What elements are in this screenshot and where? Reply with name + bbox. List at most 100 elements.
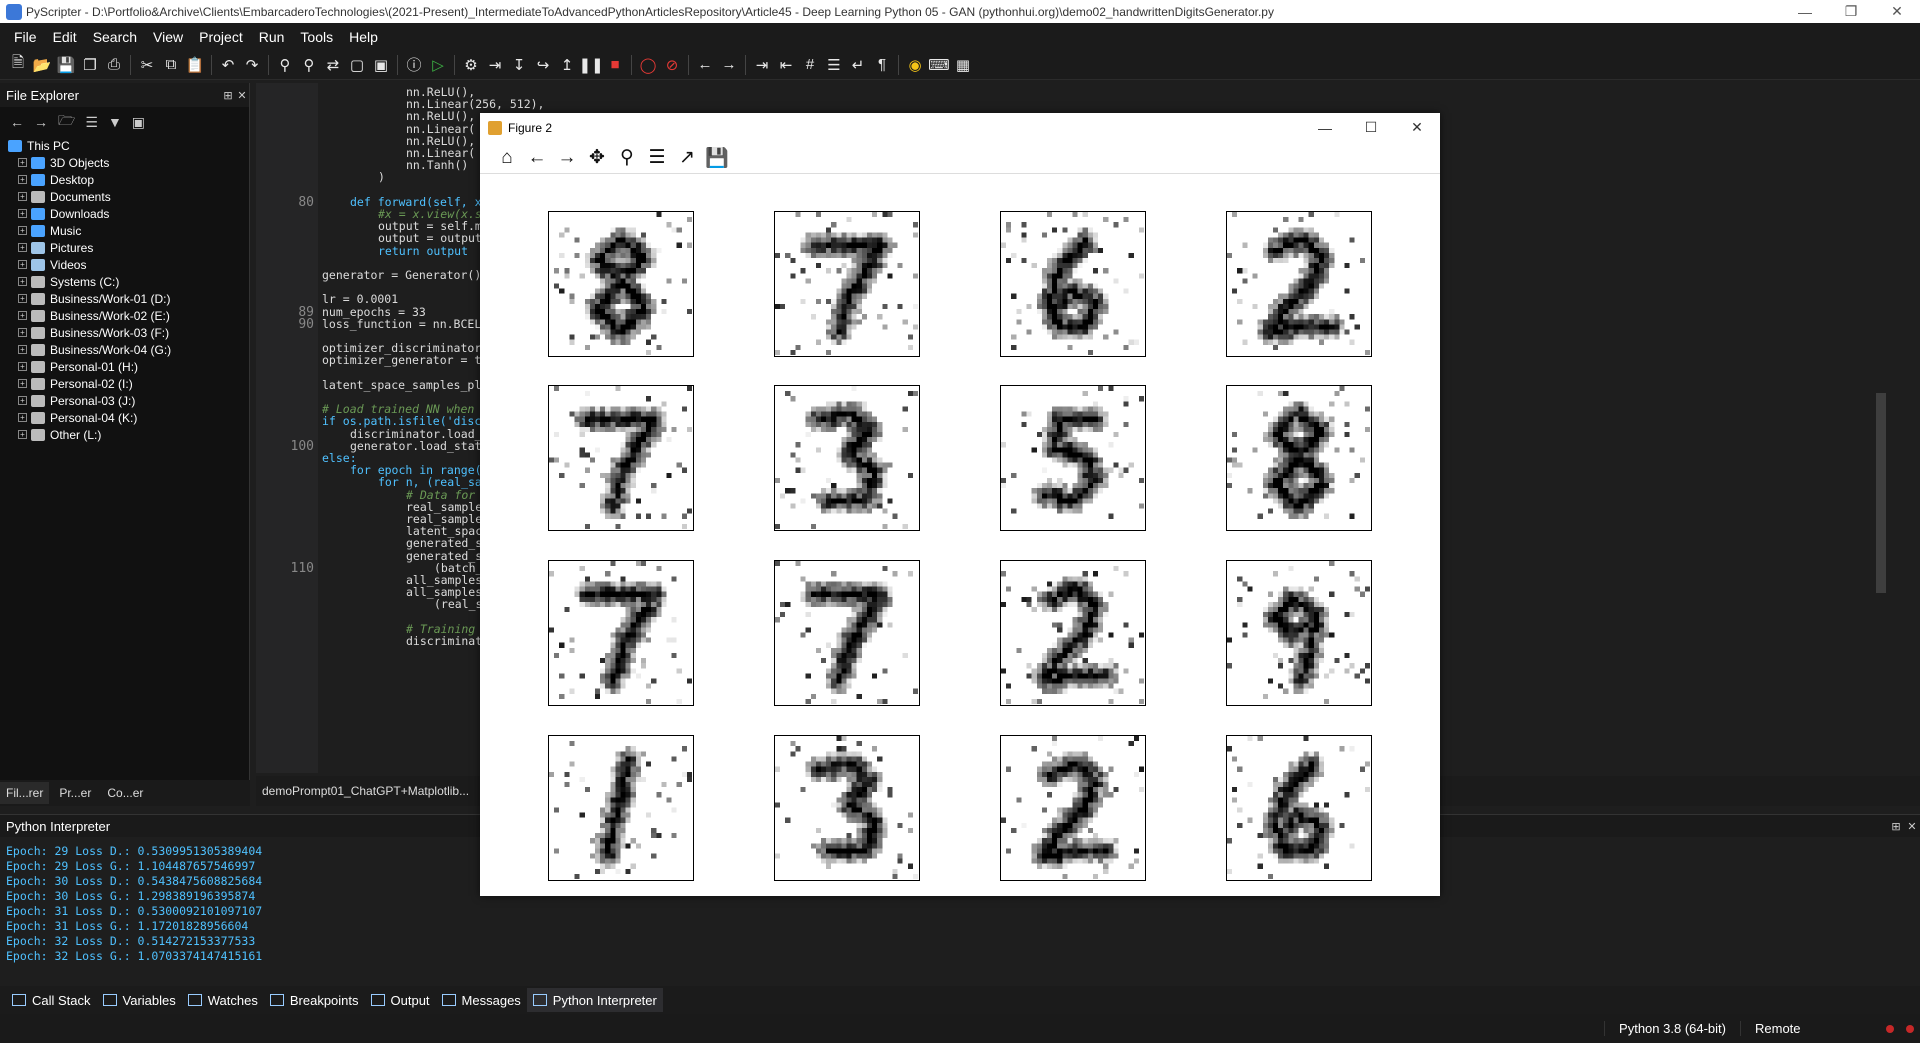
expand-icon[interactable]: +	[18, 158, 27, 167]
expand-icon[interactable]: +	[18, 192, 27, 201]
keyboard-icon[interactable]: ⌨	[927, 53, 951, 77]
configure-icon[interactable]: ☰	[642, 145, 672, 171]
find-window-icon[interactable]: ▣	[369, 53, 393, 77]
step-into-icon[interactable]: ↧	[507, 53, 531, 77]
menu-project[interactable]: Project	[191, 29, 251, 45]
cut-icon[interactable]: ✂	[135, 53, 159, 77]
expand-icon[interactable]: +	[18, 345, 27, 354]
expand-icon[interactable]: +	[18, 175, 27, 184]
tree-node[interactable]: + Videos	[8, 256, 249, 273]
zoom-icon[interactable]: ⚲	[612, 145, 642, 171]
pilcrow-icon[interactable]: ¶	[870, 53, 894, 77]
figure-maximize-button[interactable]: ☐	[1348, 119, 1394, 136]
bottom-tab[interactable]: Breakpoints	[264, 988, 365, 1012]
close-icon[interactable]: ✕	[1904, 820, 1920, 833]
bottom-tab[interactable]: Messages	[436, 988, 527, 1012]
menu-help[interactable]: Help	[341, 29, 386, 45]
find-icon[interactable]: ⚲	[273, 53, 297, 77]
step-out-icon[interactable]: ↥	[555, 53, 579, 77]
forward-icon[interactable]: →	[552, 145, 582, 171]
figure-close-button[interactable]: ✕	[1394, 119, 1440, 136]
expand-icon[interactable]: +	[18, 328, 27, 337]
editor-scrollbar[interactable]	[1870, 83, 1892, 773]
menu-search[interactable]: Search	[85, 29, 145, 45]
debug-icon[interactable]: ⚙	[459, 53, 483, 77]
tree-node[interactable]: + Business/Work-03 (F:)	[8, 324, 249, 341]
run-to-cursor-icon[interactable]: ⇥	[483, 53, 507, 77]
tree-node[interactable]: + Personal-04 (K:)	[8, 409, 249, 426]
bottom-tab[interactable]: Call Stack	[6, 988, 97, 1012]
list-icon[interactable]: ☰	[822, 53, 846, 77]
print-icon[interactable]: ⎙	[102, 53, 126, 77]
redo-icon[interactable]: ↷	[240, 53, 264, 77]
about-icon[interactable]: ⓘ	[402, 53, 426, 77]
home-icon[interactable]: ⌂	[492, 145, 522, 171]
tree-node[interactable]: + Business/Work-04 (G:)	[8, 341, 249, 358]
tree-node[interactable]: + Downloads	[8, 205, 249, 222]
code-line[interactable]: optimizer_generator = t	[322, 353, 481, 367]
figure-canvas[interactable]	[480, 175, 1440, 896]
paste-icon[interactable]: 📋	[183, 53, 207, 77]
new-folder-icon[interactable]: ▣	[132, 114, 145, 131]
pin-icon[interactable]: ⊞	[1888, 820, 1904, 833]
menu-view[interactable]: View	[145, 29, 191, 45]
tree-node[interactable]: + Desktop	[8, 171, 249, 188]
browse-folder-icon[interactable]: 🗁	[58, 110, 75, 134]
tree-node[interactable]: + Systems (C:)	[8, 273, 249, 290]
menu-file[interactable]: File	[6, 29, 45, 45]
bottom-tab[interactable]: Python Interpreter	[526, 988, 663, 1012]
find-next-icon[interactable]: ⚲	[297, 53, 321, 77]
nav-forward-icon[interactable]: →	[717, 53, 741, 77]
tree-node[interactable]: +3D Objects	[8, 154, 249, 171]
replace-icon[interactable]: ⇄	[321, 53, 345, 77]
tree-node[interactable]: + Music	[8, 222, 249, 239]
tab-file-explorer[interactable]: Fil...rer	[0, 782, 50, 804]
tree-node[interactable]: + Business/Work-02 (E:)	[8, 307, 249, 324]
run-icon[interactable]: ▷	[426, 53, 450, 77]
close-button[interactable]: ✕	[1874, 0, 1920, 23]
expand-icon[interactable]: +	[18, 226, 27, 235]
tree-node[interactable]: + Personal-01 (H:)	[8, 358, 249, 375]
pause-icon[interactable]: ❚❚	[578, 53, 603, 77]
filter-icon[interactable]: ▼	[108, 114, 122, 130]
tab-project-explorer[interactable]: Pr...er	[53, 782, 97, 804]
code-line[interactable]: nn.Tanh()	[406, 158, 468, 172]
expand-icon[interactable]: +	[18, 362, 27, 371]
remote-status[interactable]: Remote	[1740, 1021, 1880, 1036]
expand-icon[interactable]: +	[18, 396, 27, 405]
code-line[interactable]: loss_function = nn.BCEL	[322, 317, 481, 331]
bottom-tab[interactable]: Variables	[97, 988, 182, 1012]
undo-icon[interactable]: ↶	[216, 53, 240, 77]
expand-icon[interactable]: +	[18, 277, 27, 286]
pin-icon[interactable]: ⊞	[221, 89, 235, 102]
save-icon[interactable]: 💾	[702, 145, 732, 171]
code-line[interactable]: generator = Generator()	[322, 268, 481, 282]
expand-icon[interactable]: +	[18, 243, 27, 252]
tab-code-explorer[interactable]: Co...er	[101, 782, 149, 804]
menu-tools[interactable]: Tools	[292, 29, 341, 45]
edit-axes-icon[interactable]: ↗	[672, 145, 702, 171]
expand-icon[interactable]: +	[18, 413, 27, 422]
save-all-icon[interactable]: ❐	[78, 53, 102, 77]
toggle-breakpoint-icon[interactable]: ◯	[636, 53, 660, 77]
copy-icon[interactable]: ⧉	[159, 53, 183, 77]
expand-icon[interactable]: +	[18, 260, 27, 269]
forward-icon[interactable]: →	[34, 114, 48, 130]
find-in-files-icon[interactable]: ▢	[345, 53, 369, 77]
bottom-tab[interactable]: Watches	[182, 988, 264, 1012]
tree-node[interactable]: + Personal-03 (J:)	[8, 392, 249, 409]
tree-node[interactable]: + Pictures	[8, 239, 249, 256]
minimize-button[interactable]: —	[1782, 0, 1828, 23]
indent-icon[interactable]: ⇥	[750, 53, 774, 77]
tree-view-icon[interactable]: ☰	[85, 114, 98, 131]
open-file-icon[interactable]: 📂	[30, 53, 54, 77]
code-line[interactable]: latent_space_samples_pl	[322, 378, 481, 392]
back-icon[interactable]: ←	[522, 145, 552, 171]
bottom-tab[interactable]: Output	[365, 988, 436, 1012]
nav-back-icon[interactable]: ←	[693, 53, 717, 77]
close-icon[interactable]: ✕	[235, 89, 249, 102]
menu-run[interactable]: Run	[251, 29, 293, 45]
expand-icon[interactable]: +	[18, 209, 27, 218]
back-icon[interactable]: ←	[10, 114, 24, 130]
wrap-icon[interactable]: ↵	[846, 53, 870, 77]
